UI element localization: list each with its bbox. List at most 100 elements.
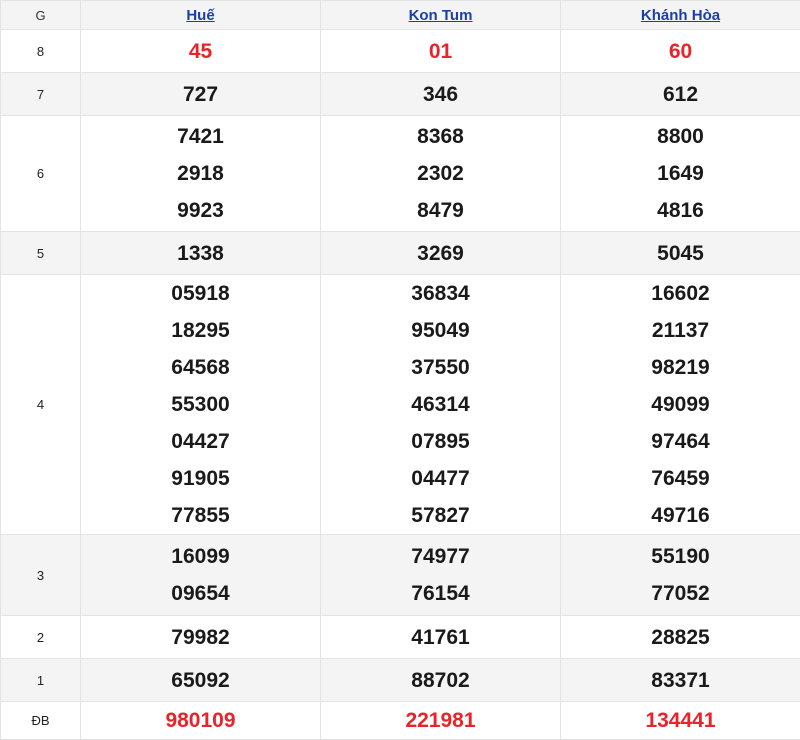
prize-number: 37550 [321,349,560,386]
prize-number: 41761 [321,619,560,656]
header-row: G Huế Kon Tum Khánh Hòa [1,1,800,30]
prize-number: 76154 [321,575,560,612]
prize-number: 2918 [81,155,320,192]
prize-cell: 612 [561,73,800,116]
prize-number: 9923 [81,192,320,229]
prize-number: 01 [321,33,560,70]
prize-cell: 83371 [561,659,800,702]
prize-cell: 5045 [561,232,800,275]
province-link-khanh-hoa[interactable]: Khánh Hòa [641,7,720,24]
province-header-hue: Huế [81,1,321,30]
prize-cell: 74977 76154 [321,535,561,616]
prize-cell: 3269 [321,232,561,275]
prize-number: 8800 [561,118,800,155]
prize-number: 134441 [561,702,800,739]
prize-number: 55300 [81,386,320,423]
prize-number: 05918 [81,275,320,312]
prize-cell: 60 [561,30,800,73]
prize-label: ĐB [1,702,81,740]
prize-number: 46314 [321,386,560,423]
prize-number: 980109 [81,702,320,739]
prize-column-header: G [1,1,81,30]
prize-number: 8368 [321,118,560,155]
prize-number: 16602 [561,275,800,312]
prize-number: 221981 [321,702,560,739]
prize-cell: 01 [321,30,561,73]
prize-number: 04477 [321,460,560,497]
prize-number: 91905 [81,460,320,497]
prize-number: 8479 [321,192,560,229]
prize-cell: 41761 [321,616,561,659]
prize-number: 4816 [561,192,800,229]
prize-label: 2 [1,616,81,659]
prize-cell: 55190 77052 [561,535,800,616]
prize-number: 16099 [81,538,320,575]
province-link-hue[interactable]: Huế [186,7,214,24]
prize-cell: 16099 09654 [81,535,321,616]
prize-number: 77052 [561,575,800,612]
prize-row-special: ĐB 980109 221981 134441 [1,702,800,740]
prize-number: 97464 [561,423,800,460]
prize-cell: 134441 [561,702,800,740]
prize-number: 346 [321,76,560,113]
prize-cell: 88702 [321,659,561,702]
prize-number: 612 [561,76,800,113]
prize-cell: 79982 [81,616,321,659]
prize-row-7: 7 727 346 612 [1,73,800,116]
prize-label: 7 [1,73,81,116]
lottery-results-table: G Huế Kon Tum Khánh Hòa 8 45 01 60 7 727… [0,0,800,740]
prize-number: 95049 [321,312,560,349]
prize-cell: 65092 [81,659,321,702]
prize-number: 727 [81,76,320,113]
prize-cell: 8368 2302 8479 [321,116,561,232]
prize-cell: 1338 [81,232,321,275]
province-header-khanh-hoa: Khánh Hòa [561,1,800,30]
prize-number: 57827 [321,497,560,534]
prize-number: 1649 [561,155,800,192]
prize-cell: 346 [321,73,561,116]
prize-number: 7421 [81,118,320,155]
prize-number: 5045 [561,235,800,272]
prize-number: 18295 [81,312,320,349]
prize-row-3: 3 16099 09654 74977 76154 55190 77052 [1,535,800,616]
prize-label: 6 [1,116,81,232]
prize-label: 4 [1,275,81,535]
prize-number: 65092 [81,662,320,699]
prize-cell: 221981 [321,702,561,740]
prize-number: 60 [561,33,800,70]
prize-number: 1338 [81,235,320,272]
prize-cell: 28825 [561,616,800,659]
prize-row-8: 8 45 01 60 [1,30,800,73]
province-link-kon-tum[interactable]: Kon Tum [409,7,473,24]
prize-row-4: 4 05918 18295 64568 55300 04427 91905 77… [1,275,800,535]
prize-label: 8 [1,30,81,73]
prize-number: 07895 [321,423,560,460]
prize-label: 1 [1,659,81,702]
prize-number: 28825 [561,619,800,656]
prize-number: 55190 [561,538,800,575]
prize-cell: 36834 95049 37550 46314 07895 04477 5782… [321,275,561,535]
prize-row-1: 1 65092 88702 83371 [1,659,800,702]
prize-number: 36834 [321,275,560,312]
prize-number: 77855 [81,497,320,534]
prize-number: 09654 [81,575,320,612]
prize-number: 98219 [561,349,800,386]
prize-row-2: 2 79982 41761 28825 [1,616,800,659]
prize-number: 21137 [561,312,800,349]
prize-number: 83371 [561,662,800,699]
prize-number: 3269 [321,235,560,272]
prize-cell: 7421 2918 9923 [81,116,321,232]
prize-number: 49716 [561,497,800,534]
prize-number: 76459 [561,460,800,497]
prize-number: 04427 [81,423,320,460]
prize-number: 79982 [81,619,320,656]
prize-number: 2302 [321,155,560,192]
prize-cell: 727 [81,73,321,116]
prize-row-5: 5 1338 3269 5045 [1,232,800,275]
prize-number: 45 [81,33,320,70]
prize-cell: 8800 1649 4816 [561,116,800,232]
province-header-kon-tum: Kon Tum [321,1,561,30]
prize-label: 5 [1,232,81,275]
prize-cell: 05918 18295 64568 55300 04427 91905 7785… [81,275,321,535]
prize-cell: 16602 21137 98219 49099 97464 76459 4971… [561,275,800,535]
